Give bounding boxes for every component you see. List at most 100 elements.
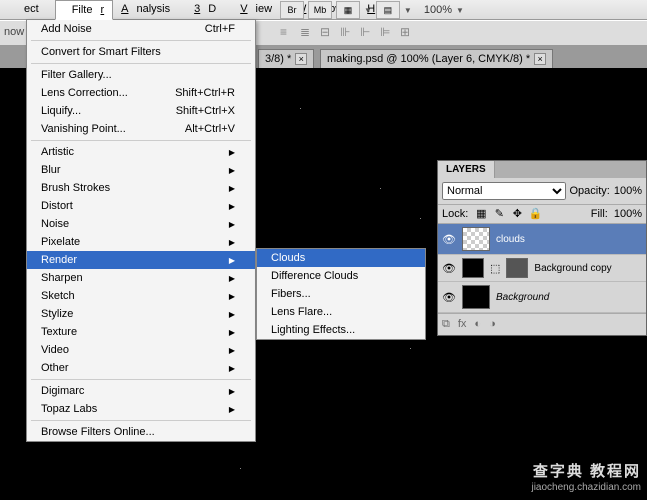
submenu-arrow-icon: ▶ [229,166,235,175]
menu-item-brush-strokes[interactable]: Brush Strokes▶ [27,179,255,197]
menu-item-add-noise[interactable]: Add NoiseCtrl+F [27,20,255,38]
watermark-text: 查字典 教程网 [531,462,641,482]
menu-filter[interactable]: Filter [55,0,113,20]
submenu-arrow-icon: ▶ [229,387,235,396]
lock-pixels-icon[interactable]: ✎ [492,207,506,221]
separator [31,420,251,421]
auto-align-icon[interactable]: ⊞ [400,25,414,41]
menu-item-render[interactable]: Render▶ [27,251,255,269]
menu-item-filter-gallery[interactable]: Filter Gallery... [27,66,255,84]
lock-label: Lock: [442,208,468,220]
menu-item-distort[interactable]: Distort▶ [27,197,255,215]
submenu-arrow-icon: ▶ [229,274,235,283]
arrange-button[interactable]: ▤ [376,1,400,19]
menu-item-texture[interactable]: Texture▶ [27,323,255,341]
menu-item-vanishing-point[interactable]: Vanishing Point...Alt+Ctrl+V [27,120,255,138]
dropdown-icon: ▼ [364,6,372,15]
filter-menu: Add NoiseCtrl+F Convert for Smart Filter… [26,19,256,442]
submenu-arrow-icon: ▶ [229,292,235,301]
minibridge-button[interactable]: Mb [308,1,332,19]
layer-thumbnail[interactable] [462,227,490,251]
close-icon[interactable]: × [295,53,307,65]
menu-analysis[interactable]: Analysis [113,0,186,19]
submenu-arrow-icon: ▶ [229,148,235,157]
lock-transparency-icon[interactable]: ▦ [474,207,488,221]
lock-all-icon[interactable]: 🔒 [528,207,542,221]
bridge-button[interactable]: Br [280,1,304,19]
separator [31,63,251,64]
menu-item-pixelate[interactable]: Pixelate▶ [27,233,255,251]
submenu-arrow-icon: ▶ [229,310,235,319]
layers-footer: ⧉ fx ◐ ◑ [438,313,646,335]
menu-item-noise[interactable]: Noise▶ [27,215,255,233]
submenu-arrow-icon: ▶ [229,256,235,265]
submenu-arrow-icon: ▶ [229,346,235,355]
layer-name[interactable]: clouds [496,234,642,245]
layer-thumbnail[interactable] [462,258,484,278]
dropdown-icon: ▼ [404,6,412,15]
layer-row[interactable]: 👁 Background [438,282,646,313]
align-icon[interactable]: ≡ [280,25,294,41]
adjustment-icon[interactable]: ◑ [489,318,496,331]
opacity-value[interactable]: 100% [614,185,642,197]
submenu-item-difference-clouds[interactable]: Difference Clouds [257,267,425,285]
separator [31,140,251,141]
close-icon[interactable]: × [534,53,546,65]
screen-mode-button[interactable]: ▦ [336,1,360,19]
distribute-icon[interactable]: ⊪ [340,25,354,41]
submenu-arrow-icon: ▶ [229,220,235,229]
render-submenu: Clouds Difference Clouds Fibers... Lens … [256,248,426,340]
zoom-level[interactable]: 100% [424,4,452,16]
submenu-item-lens-flare[interactable]: Lens Flare... [257,303,425,321]
mask-thumbnail[interactable] [506,258,528,278]
fill-label: Fill: [591,208,608,220]
submenu-arrow-icon: ▶ [229,328,235,337]
watermark-url: jiaocheng.chazidian.com [531,481,641,494]
menu-item-sketch[interactable]: Sketch▶ [27,287,255,305]
align-icon[interactable]: ⊟ [320,25,334,41]
app-toolbar: Br Mb ▦ ▼ ▤ ▼ 100% ▼ [280,0,464,20]
fill-value[interactable]: 100% [614,208,642,220]
layers-panel: LAYERS Normal Opacity: 100% Lock: ▦ ✎ ✥ … [437,160,647,336]
submenu-item-clouds[interactable]: Clouds [257,249,425,267]
layer-name[interactable]: Background copy [534,263,642,274]
menu-select[interactable]: ect [8,0,55,19]
opacity-label: Opacity: [570,185,610,197]
layer-thumbnail[interactable] [462,285,490,309]
link-layers-icon[interactable]: ⧉ [442,318,450,331]
distribute-icon[interactable]: ⊫ [380,25,394,41]
menu-item-topaz[interactable]: Topaz Labs▶ [27,400,255,418]
menu-item-convert-smart[interactable]: Convert for Smart Filters [27,43,255,61]
visibility-icon[interactable]: 👁 [442,262,456,275]
submenu-item-lighting-effects[interactable]: Lighting Effects... [257,321,425,339]
layer-name[interactable]: Background [496,292,642,303]
menu-item-artistic[interactable]: Artistic▶ [27,143,255,161]
menu-3d[interactable]: 3D [186,0,232,19]
fx-icon[interactable]: fx [458,318,467,331]
panel-tabs: LAYERS [438,161,646,178]
menu-item-video[interactable]: Video▶ [27,341,255,359]
lock-position-icon[interactable]: ✥ [510,207,524,221]
layer-row[interactable]: 👁 ⬚ Background copy [438,255,646,282]
menu-item-other[interactable]: Other▶ [27,359,255,377]
align-icon[interactable]: ≣ [300,25,314,41]
submenu-item-fibers[interactable]: Fibers... [257,285,425,303]
blend-mode-select[interactable]: Normal [442,182,566,200]
visibility-icon[interactable]: 👁 [442,233,456,246]
visibility-icon[interactable]: 👁 [442,291,456,304]
menu-item-digimarc[interactable]: Digimarc▶ [27,382,255,400]
menu-item-lens-correction[interactable]: Lens Correction...Shift+Ctrl+R [27,84,255,102]
submenu-arrow-icon: ▶ [229,364,235,373]
document-tab[interactable]: making.psd @ 100% (Layer 6, CMYK/8) * × [320,49,553,68]
menu-item-stylize[interactable]: Stylize▶ [27,305,255,323]
menu-item-blur[interactable]: Blur▶ [27,161,255,179]
document-tab[interactable]: 3/8) * × [258,49,314,68]
menu-item-browse-filters[interactable]: Browse Filters Online... [27,423,255,441]
layers-tab[interactable]: LAYERS [438,161,495,178]
mask-icon[interactable]: ◐ [474,318,481,331]
distribute-icon[interactable]: ⊩ [360,25,374,41]
tab-label: 3/8) * [265,53,291,65]
layer-row[interactable]: 👁 clouds [438,224,646,255]
menu-item-sharpen[interactable]: Sharpen▶ [27,269,255,287]
menu-item-liquify[interactable]: Liquify...Shift+Ctrl+X [27,102,255,120]
